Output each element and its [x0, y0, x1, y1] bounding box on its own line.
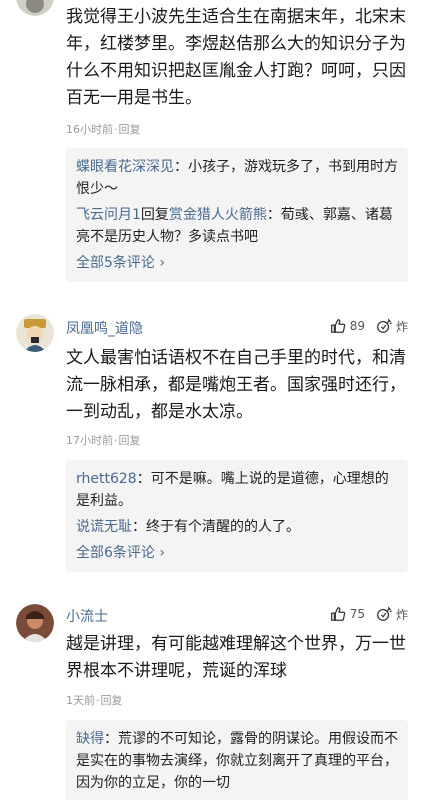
burst-icon	[375, 317, 393, 335]
like-button[interactable]: 75	[329, 605, 365, 623]
sub-reply[interactable]: 缺得：荒谬的不可知论，露骨的阴谋论。用假设而不是实在的事物去演绎，你就立刻离开了…	[76, 728, 398, 794]
reply-verb: 回复	[140, 207, 169, 223]
comment-text: 越是讲理，有可能越难理解这个世界，万一世界根本不讲理呢，荒诞的浑球	[66, 634, 406, 681]
avatar[interactable]	[16, 314, 54, 352]
view-all-replies-link[interactable]: 全部6条评论 ›	[76, 542, 398, 564]
user-name[interactable]: 凤凰鸣_道隐	[66, 318, 143, 338]
reply-box: 缺得：荒谬的不可知论，露骨的阴谋论。用假设而不是实在的事物去演绎，你就立刻离开了…	[66, 720, 408, 800]
burst-label: 炸	[395, 607, 408, 622]
sub-reply[interactable]: 飞云问月1回复赏金猎人火箭熊：荀彧、郭嘉、诸葛亮不是历史人物？多读点书吧	[76, 204, 398, 248]
avatar[interactable]	[16, 0, 54, 16]
like-count: 75	[349, 607, 365, 621]
reply-author[interactable]: 说谎无耻	[76, 519, 132, 535]
timestamp: 17小时前	[66, 434, 113, 447]
like-count: 89	[349, 319, 365, 333]
reply-text: ：终于有个清醒的的人了。	[132, 519, 300, 535]
timestamp: 1天前	[66, 694, 95, 707]
avatar[interactable]	[16, 604, 54, 642]
comment-text: 我觉得王小波先生适合生在南据末年，北宋末年，红楼梦里。李煜赵佶那么大的知识分子为…	[66, 7, 406, 108]
burst-icon	[375, 605, 393, 623]
reply-text: ：荒谬的不可知论，露骨的阴谋论。用假设而不是实在的事物去演绎，你就立刻离开了真理…	[76, 731, 398, 791]
burst-button[interactable]: 炸	[375, 317, 408, 335]
reply-author[interactable]: 缺得	[76, 731, 104, 747]
comment-meta: 16小时前·回复	[66, 123, 141, 136]
sub-reply[interactable]: 说谎无耻：终于有个清醒的的人了。	[76, 516, 398, 538]
reply-target[interactable]: 赏金猎人火箭熊	[169, 207, 267, 223]
burst-button[interactable]: 炸	[375, 605, 408, 623]
reply-author[interactable]: 飞云问月1	[76, 207, 141, 223]
sub-reply[interactable]: 蝶眼看花深深见：小孩子，游戏玩多了，书到用时方恨少～	[76, 156, 398, 200]
reply-author[interactable]: 蝶眼看花深深见	[76, 159, 174, 175]
thumbs-up-icon	[329, 605, 347, 623]
comment-meta: 1天前·回复	[66, 694, 123, 707]
sub-reply[interactable]: rhett628：可不是嘛。嘴上说的是道德，心理想的是利益。	[76, 468, 398, 512]
reply-box: rhett628：可不是嘛。嘴上说的是道德，心理想的是利益。 说谎无耻：终于有个…	[66, 460, 408, 572]
comment-actions: 75 炸	[329, 605, 408, 623]
comment-actions: 89 炸	[329, 317, 408, 335]
thumbs-up-icon	[329, 317, 347, 335]
reply-box: 蝶眼看花深深见：小孩子，游戏玩多了，书到用时方恨少～ 飞云问月1回复赏金猎人火箭…	[66, 148, 408, 282]
reply-button[interactable]: 回复	[101, 694, 123, 707]
like-button[interactable]: 89	[329, 317, 365, 335]
reply-button[interactable]: 回复	[119, 123, 141, 136]
user-name[interactable]: 小流士	[66, 606, 108, 626]
view-all-replies-link[interactable]: 全部5条评论 ›	[76, 252, 398, 274]
reply-author[interactable]: rhett628	[76, 471, 137, 487]
comment-meta: 17小时前·回复	[66, 434, 141, 447]
comment-text: 文人最害怕话语权不在自己手里的时代，和清流一脉相承，都是嘴炮王者。国家强时还行，…	[66, 348, 406, 422]
reply-button[interactable]: 回复	[119, 434, 141, 447]
timestamp: 16小时前	[66, 123, 113, 136]
burst-label: 炸	[395, 319, 408, 334]
